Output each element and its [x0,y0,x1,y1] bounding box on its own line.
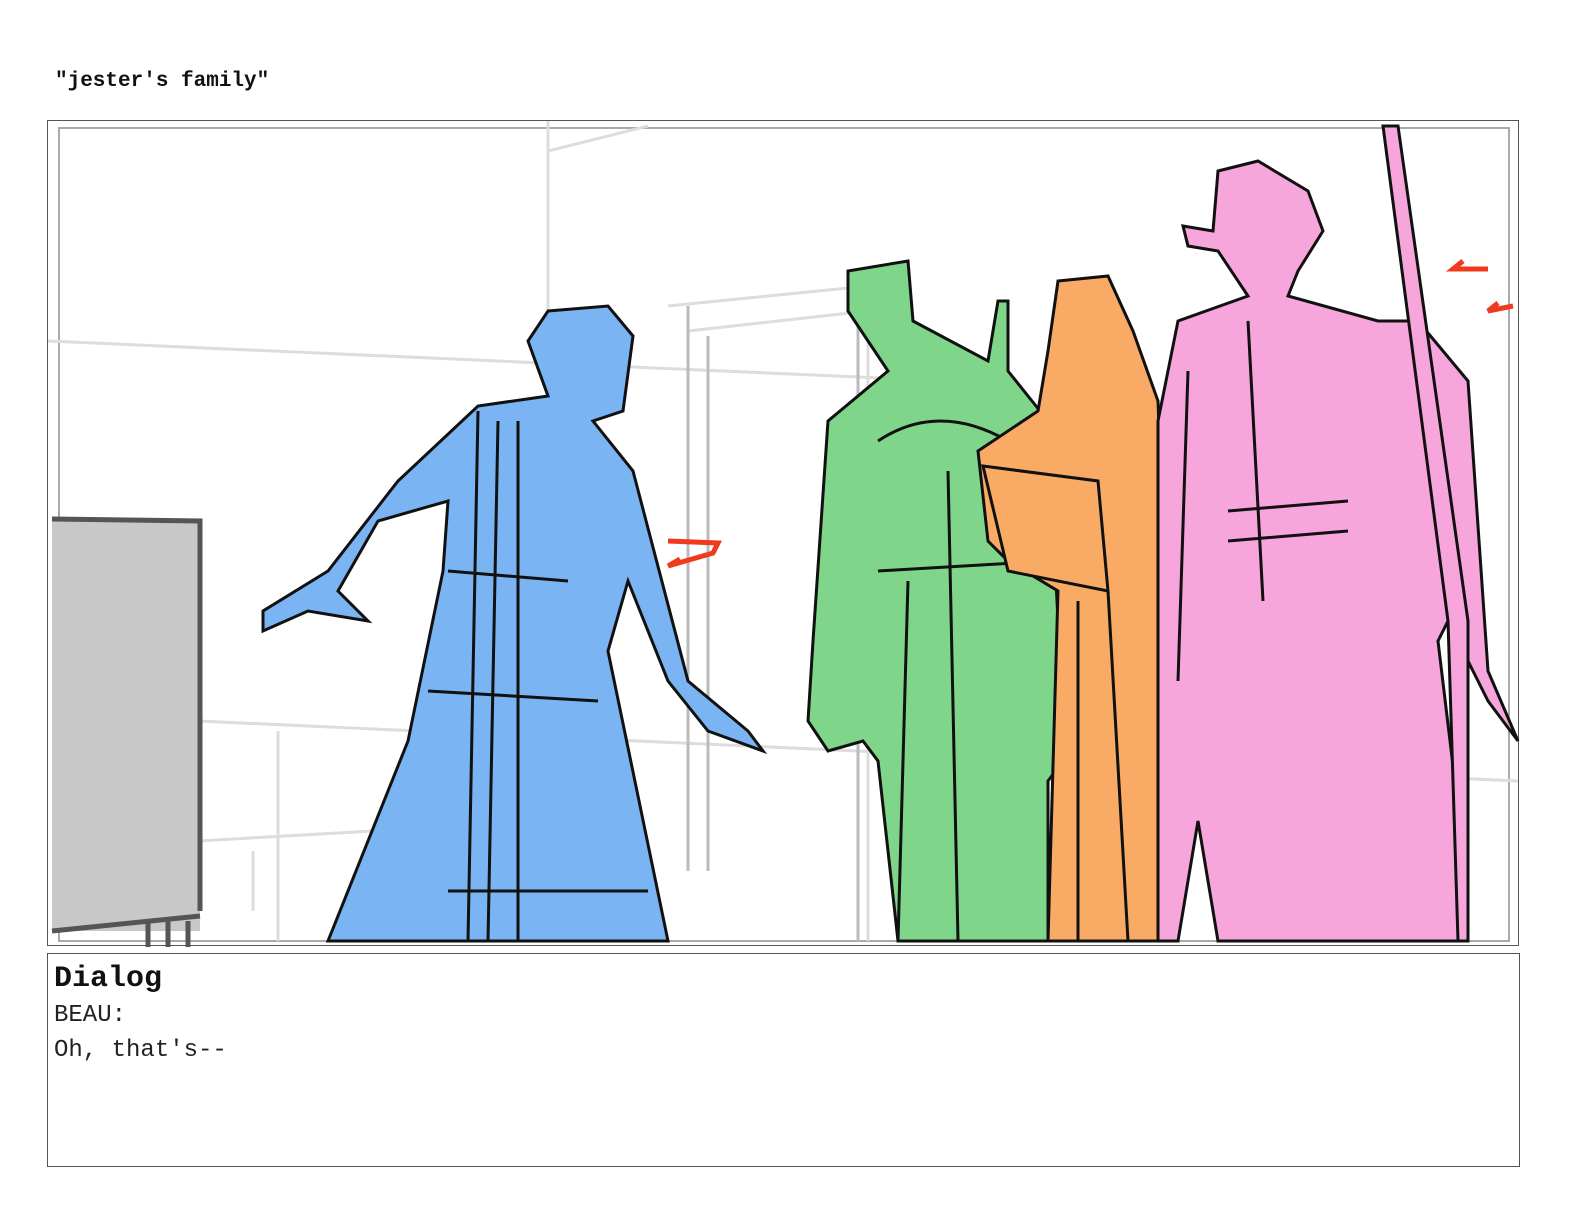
dialog-line: Oh, that's-- [54,1037,227,1064]
panel-sketch [48,121,1520,947]
dialog-box: Dialog BEAU: Oh, that's-- [47,953,1520,1167]
figure-pink [1156,124,1520,943]
figure-green [806,259,1080,943]
dialog-speaker: BEAU: [54,1002,127,1029]
cabinet [51,516,203,947]
dialog-heading: Dialog [54,962,163,996]
storyboard-panel [47,120,1520,947]
board-title: "jester's family" [55,70,270,93]
